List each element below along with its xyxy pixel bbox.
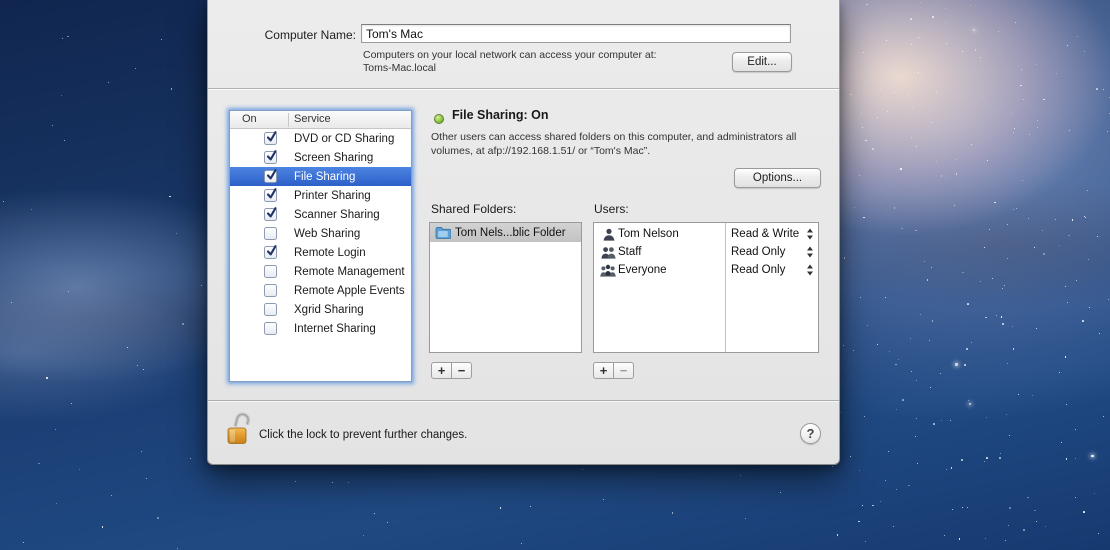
- checked-checkbox-icon[interactable]: [264, 246, 277, 259]
- service-row[interactable]: Scanner Sharing: [230, 205, 411, 224]
- unchecked-checkbox-icon[interactable]: [264, 322, 277, 335]
- services-list-header: On Service: [230, 111, 411, 129]
- checked-checkbox-icon[interactable]: [264, 170, 277, 183]
- file-sharing-description: Other users can access shared folders on…: [431, 131, 825, 158]
- service-label: File Sharing: [294, 171, 355, 183]
- permission-stepper-icon[interactable]: [807, 229, 813, 240]
- footer-section: Click the lock to prevent further change…: [208, 400, 839, 464]
- unchecked-checkbox-icon[interactable]: [264, 227, 277, 240]
- service-label: Printer Sharing: [294, 190, 371, 202]
- permission-value[interactable]: Read & Write: [731, 228, 799, 240]
- checked-checkbox-icon[interactable]: [264, 208, 277, 221]
- user-name: Tom Nelson: [618, 228, 679, 240]
- unchecked-checkbox-icon[interactable]: [264, 303, 277, 316]
- remove-shared-folder-button[interactable]: −: [451, 362, 472, 379]
- checked-checkbox-icon[interactable]: [264, 151, 277, 164]
- status-indicator-icon: [434, 114, 444, 124]
- network-access-note: Computers on your local network can acce…: [363, 49, 743, 75]
- service-list-body: DVD or CD Sharing Screen Sharing File Shar…: [230, 129, 411, 338]
- service-row[interactable]: DVD or CD Sharing: [230, 129, 411, 148]
- service-label: Remote Apple Events: [294, 285, 405, 297]
- folder-icon: [435, 226, 451, 239]
- user-name: Everyone: [618, 264, 667, 276]
- permission-stepper-icon[interactable]: [807, 247, 813, 258]
- remove-user-button[interactable]: −: [613, 362, 634, 379]
- user-icon: [602, 228, 616, 241]
- add-user-button[interactable]: +: [593, 362, 614, 379]
- user-row[interactable]: Staff Read Only: [594, 243, 818, 261]
- service-label: Xgrid Sharing: [294, 304, 364, 316]
- service-row[interactable]: Internet Sharing: [230, 319, 411, 338]
- service-label: DVD or CD Sharing: [294, 133, 394, 145]
- checked-checkbox-icon[interactable]: [264, 132, 277, 145]
- unlocked-icon[interactable]: [226, 409, 256, 454]
- everyone-icon: [600, 264, 616, 277]
- services-list[interactable]: On Service DVD or CD Sharing Screen Shari…: [229, 110, 412, 382]
- service-label: Remote Management: [294, 266, 405, 278]
- service-label: Internet Sharing: [294, 323, 376, 335]
- service-row[interactable]: Web Sharing: [230, 224, 411, 243]
- service-label: Screen Sharing: [294, 152, 373, 164]
- lock-message: Click the lock to prevent further change…: [259, 429, 467, 441]
- users-list-body: Tom NelsonRead & WriteStaffRead OnlyEver…: [594, 225, 818, 352]
- computer-name-label: Computer Name:: [208, 28, 356, 42]
- service-row[interactable]: Remote Management: [230, 262, 411, 281]
- network-access-note-line2: Toms-Mac.local: [363, 62, 743, 75]
- service-row[interactable]: Remote Apple Events: [230, 281, 411, 300]
- permission-stepper-icon[interactable]: [807, 265, 813, 276]
- service-row[interactable]: File Sharing: [230, 167, 411, 186]
- computer-name-section: Computer Name: Computers on your local n…: [208, 0, 839, 89]
- shared-folder-name: Tom Nels...blic Folder: [455, 227, 566, 239]
- users-icon: [601, 246, 616, 259]
- service-label: Remote Login: [294, 247, 366, 259]
- shared-folders-label: Shared Folders:: [431, 202, 516, 216]
- user-name: Staff: [618, 246, 641, 258]
- edit-button[interactable]: Edit...: [732, 52, 792, 72]
- service-row[interactable]: Printer Sharing: [230, 186, 411, 205]
- users-label: Users:: [594, 202, 629, 216]
- shared-folders-list[interactable]: Tom Nels...blic Folder: [429, 222, 582, 353]
- sharing-preferences-window: Computer Name: Computers on your local n…: [207, 0, 840, 465]
- column-header-on: On: [242, 113, 257, 125]
- user-row[interactable]: Tom Nelson Read & Write: [594, 225, 818, 243]
- service-label: Scanner Sharing: [294, 209, 380, 221]
- unchecked-checkbox-icon[interactable]: [264, 265, 277, 278]
- computer-name-input[interactable]: [361, 24, 791, 43]
- shared-folder-row[interactable]: Tom Nels...blic Folder: [430, 223, 581, 242]
- service-label: Web Sharing: [294, 228, 360, 240]
- service-row[interactable]: Xgrid Sharing: [230, 300, 411, 319]
- user-row[interactable]: Everyone Read Only: [594, 261, 818, 279]
- checked-checkbox-icon[interactable]: [264, 189, 277, 202]
- permission-value[interactable]: Read Only: [731, 264, 785, 276]
- service-row[interactable]: Remote Login: [230, 243, 411, 262]
- options-button[interactable]: Options...: [734, 168, 821, 188]
- network-access-note-line1: Computers on your local network can acce…: [363, 49, 743, 62]
- file-sharing-status: File Sharing: On: [452, 108, 549, 122]
- unchecked-checkbox-icon[interactable]: [264, 284, 277, 297]
- service-row[interactable]: Screen Sharing: [230, 148, 411, 167]
- column-header-service: Service: [294, 113, 331, 125]
- column-divider: [288, 113, 289, 127]
- desktop: Computer Name: Computers on your local n…: [0, 0, 1110, 550]
- add-shared-folder-button[interactable]: +: [431, 362, 452, 379]
- permission-value[interactable]: Read Only: [731, 246, 785, 258]
- help-button[interactable]: ?: [800, 423, 821, 444]
- users-list[interactable]: Tom NelsonRead & WriteStaffRead OnlyEver…: [593, 222, 819, 353]
